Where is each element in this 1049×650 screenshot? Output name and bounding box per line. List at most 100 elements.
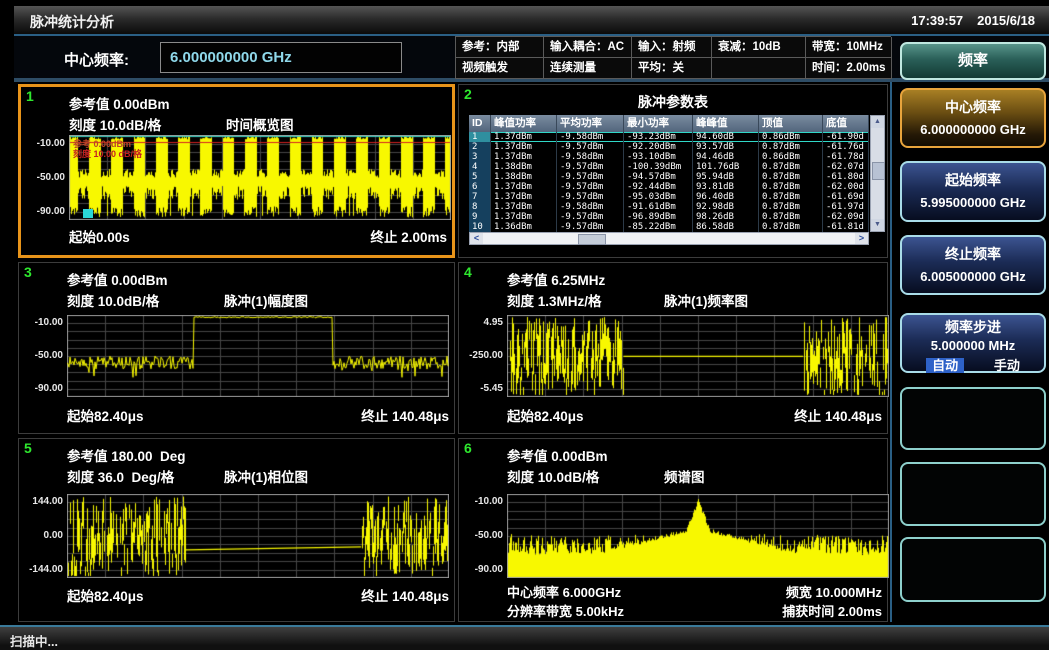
button-label: 终止频率 [902,244,1044,264]
clock: 17:39:572015/6/18 [897,13,1035,28]
table-cell: 0.87dBm [759,192,823,202]
y-axis-tick: -50.00 [21,172,65,183]
spectrum-rbw: 分辨率带宽 5.00kHz [507,601,624,620]
auto-option[interactable]: 自动 [926,358,964,373]
table-cell: 101.76dB [693,162,759,172]
panel-spectrum[interactable]: 6 参考值 0.00dBm 刻度 10.0dB/格 频谱图 中心频率 6.000… [458,438,888,622]
manual-option[interactable]: 手动 [994,358,1020,373]
scroll-up-icon[interactable]: ▲ [871,116,884,128]
table-row[interactable]: 91.37dBm-9.57dBm-96.89dBm98.26dB0.87dBm-… [469,212,869,222]
reference-value-label: 参考值 6.25MHz [507,269,605,289]
table-row[interactable]: 61.37dBm-9.57dBm-92.44dBm93.81dB0.87dBm-… [469,182,869,192]
table-cell: 8 [469,202,491,212]
table-cell: 0.87dBm [759,202,823,212]
table-row[interactable]: 101.36dBm-9.57dBm-85.22dBm86.58dB0.87dBm… [469,222,869,232]
center-frequency-button[interactable]: 中心频率 6.000000000 GHz [900,88,1046,148]
table-cell: 1.37dBm [491,132,557,142]
table-cell: -9.57dBm [557,172,624,182]
y-axis-tick: -144.00 [19,564,63,575]
table-cell: 0.87dBm [759,222,823,232]
table-cell: 96.40dB [693,192,759,202]
horizontal-scroll-thumb[interactable] [578,234,606,245]
panel-pulse-table[interactable]: 2 脉冲参数表 ID峰值功率平均功率最小功率峰峰值顶值底值11.37dBm-9.… [458,84,888,258]
scroll-left-icon[interactable]: < [470,233,483,244]
plot-overlay-scale: 刻度 10.00 dB/格 [73,147,142,160]
y-axis-tick: -10.00 [19,317,63,328]
table-header-cell: 峰值功率 [491,115,557,132]
pulse-parameter-table[interactable]: ID峰值功率平均功率最小功率峰峰值顶值底值11.37dBm-9.58dBm-93… [469,115,869,232]
table-header-cell: 底值 [823,115,869,132]
table-cell: 9 [469,212,491,222]
pulse-frequency-plot [507,315,889,397]
trigger-marker [83,209,93,218]
table-cell: 1.38dBm [491,162,557,172]
y-axis-tick: -90.00 [19,383,63,394]
table-row[interactable]: 81.37dBm-9.58dBm-91.61dBm92.98dB0.87dBm-… [469,202,869,212]
app-title: 脉冲统计分析 [30,12,114,32]
table-cell: -61.90d [823,132,869,142]
horizontal-scrollbar[interactable]: < > [469,232,869,245]
trace-title: 时间概览图 [226,114,294,134]
status-average: 平均：关 [632,58,712,79]
table-cell: 86.58dB [693,222,759,232]
vertical-scroll-thumb[interactable] [872,162,885,180]
menu-title-frequency[interactable]: 频率 [900,42,1046,80]
table-cell: 0.86dBm [759,132,823,142]
scan-status-text: 扫描中... [10,631,58,650]
vertical-scrollbar[interactable]: ▲ ▼ [870,115,885,232]
table-row[interactable]: 31.37dBm-9.58dBm-93.10dBm94.46dB0.86dBm-… [469,152,869,162]
scroll-right-icon[interactable]: > [855,233,868,244]
scroll-down-icon[interactable]: ▼ [871,219,884,231]
center-frequency-label: 中心频率: [64,49,129,70]
pulse-amplitude-plot [67,315,449,397]
x-start-label: 起始82.40μs [67,405,144,425]
panel-time-overview[interactable]: 1 参考值 0.00dBm 刻度 10.0dB/格 时间概览图 参考 0.00d… [18,84,455,258]
table-cell: -61.81d [823,222,869,232]
start-frequency-button[interactable]: 起始频率 5.995000000 GHz [900,161,1046,222]
button-label: 频率步进 [902,317,1044,337]
panel-pulse-amplitude[interactable]: 3 参考值 0.00dBm 刻度 10.0dB/格 脉冲(1)幅度图 起始82.… [18,262,455,434]
table-row[interactable]: 21.37dBm-9.57dBm-92.20dBm93.57dB0.87dBm-… [469,142,869,152]
stop-frequency-button[interactable]: 终止频率 6.005000000 GHz [900,235,1046,295]
status-measure-mode: 连续测量 [544,58,632,79]
table-header-cell: 平均功率 [557,115,624,132]
reference-value-label: 参考值 180.00 Deg [67,445,186,465]
status-grid: 参考：内部 输入耦合：AC 输入：射频 衰减：10dB 带宽：10MHz 视频触… [455,36,891,79]
table-row[interactable]: 51.38dBm-9.57dBm-94.57dBm95.94dB0.87dBm-… [469,172,869,182]
empty-softkey-3[interactable] [900,537,1046,602]
panel-number: 4 [464,264,472,280]
table-cell: -9.58dBm [557,202,624,212]
table-cell: -96.89dBm [624,212,693,222]
status-input: 输入：射频 [632,37,712,58]
scale-label: 刻度 1.3MHz/格 [507,290,602,310]
step-mode-toggle: 自动 手动 [902,355,1044,374]
table-header-cell: ID [469,115,491,132]
scale-label: 刻度 10.0dB/格 [69,114,161,134]
table-cell: -93.10dBm [624,152,693,162]
center-frequency-input[interactable]: 6.000000000 GHz [160,42,402,73]
header-band: 中心频率: 6.000000000 GHz 参考：内部 输入耦合：AC 输入：射… [14,36,1049,82]
table-cell: 93.57dB [693,142,759,152]
y-axis-tick: -50.00 [19,350,63,361]
table-row[interactable]: 71.37dBm-9.57dBm-95.03dBm96.40dB0.87dBm-… [469,192,869,202]
empty-softkey-2[interactable] [900,462,1046,526]
y-axis-tick: -90.00 [21,206,65,217]
table-row[interactable]: 41.38dBm-9.57dBm-100.39dBm101.76dB0.87dB… [469,162,869,172]
table-cell: 0.87dBm [759,212,823,222]
spectrum-center-freq: 中心频率 6.000GHz [507,582,621,601]
x-stop-label: 终止 2.00ms [370,226,447,246]
panel-number: 3 [24,264,32,280]
status-bandwidth: 带宽：10MHz [806,37,892,58]
reference-value-label: 参考值 0.00dBm [67,269,168,289]
panel-number: 6 [464,440,472,456]
panel-pulse-phase[interactable]: 5 参考值 180.00 Deg 刻度 36.0 Deg/格 脉冲(1)相位图 … [18,438,455,622]
reference-value-label: 参考值 0.00dBm [507,445,608,465]
panel-pulse-frequency[interactable]: 4 参考值 6.25MHz 刻度 1.3MHz/格 脉冲(1)频率图 起始82.… [458,262,888,434]
table-cell: 1.36dBm [491,222,557,232]
y-axis-tick: -50.00 [459,530,503,541]
frequency-step-button[interactable]: 频率步进 5.000000 MHz 自动 手动 [900,313,1046,373]
table-row[interactable]: 11.37dBm-9.58dBm-93.23dBm94.60dB0.86dBm-… [469,132,869,142]
empty-softkey-1[interactable] [900,387,1046,450]
table-cell: -9.57dBm [557,142,624,152]
table-header-cell: 峰峰值 [693,115,759,132]
